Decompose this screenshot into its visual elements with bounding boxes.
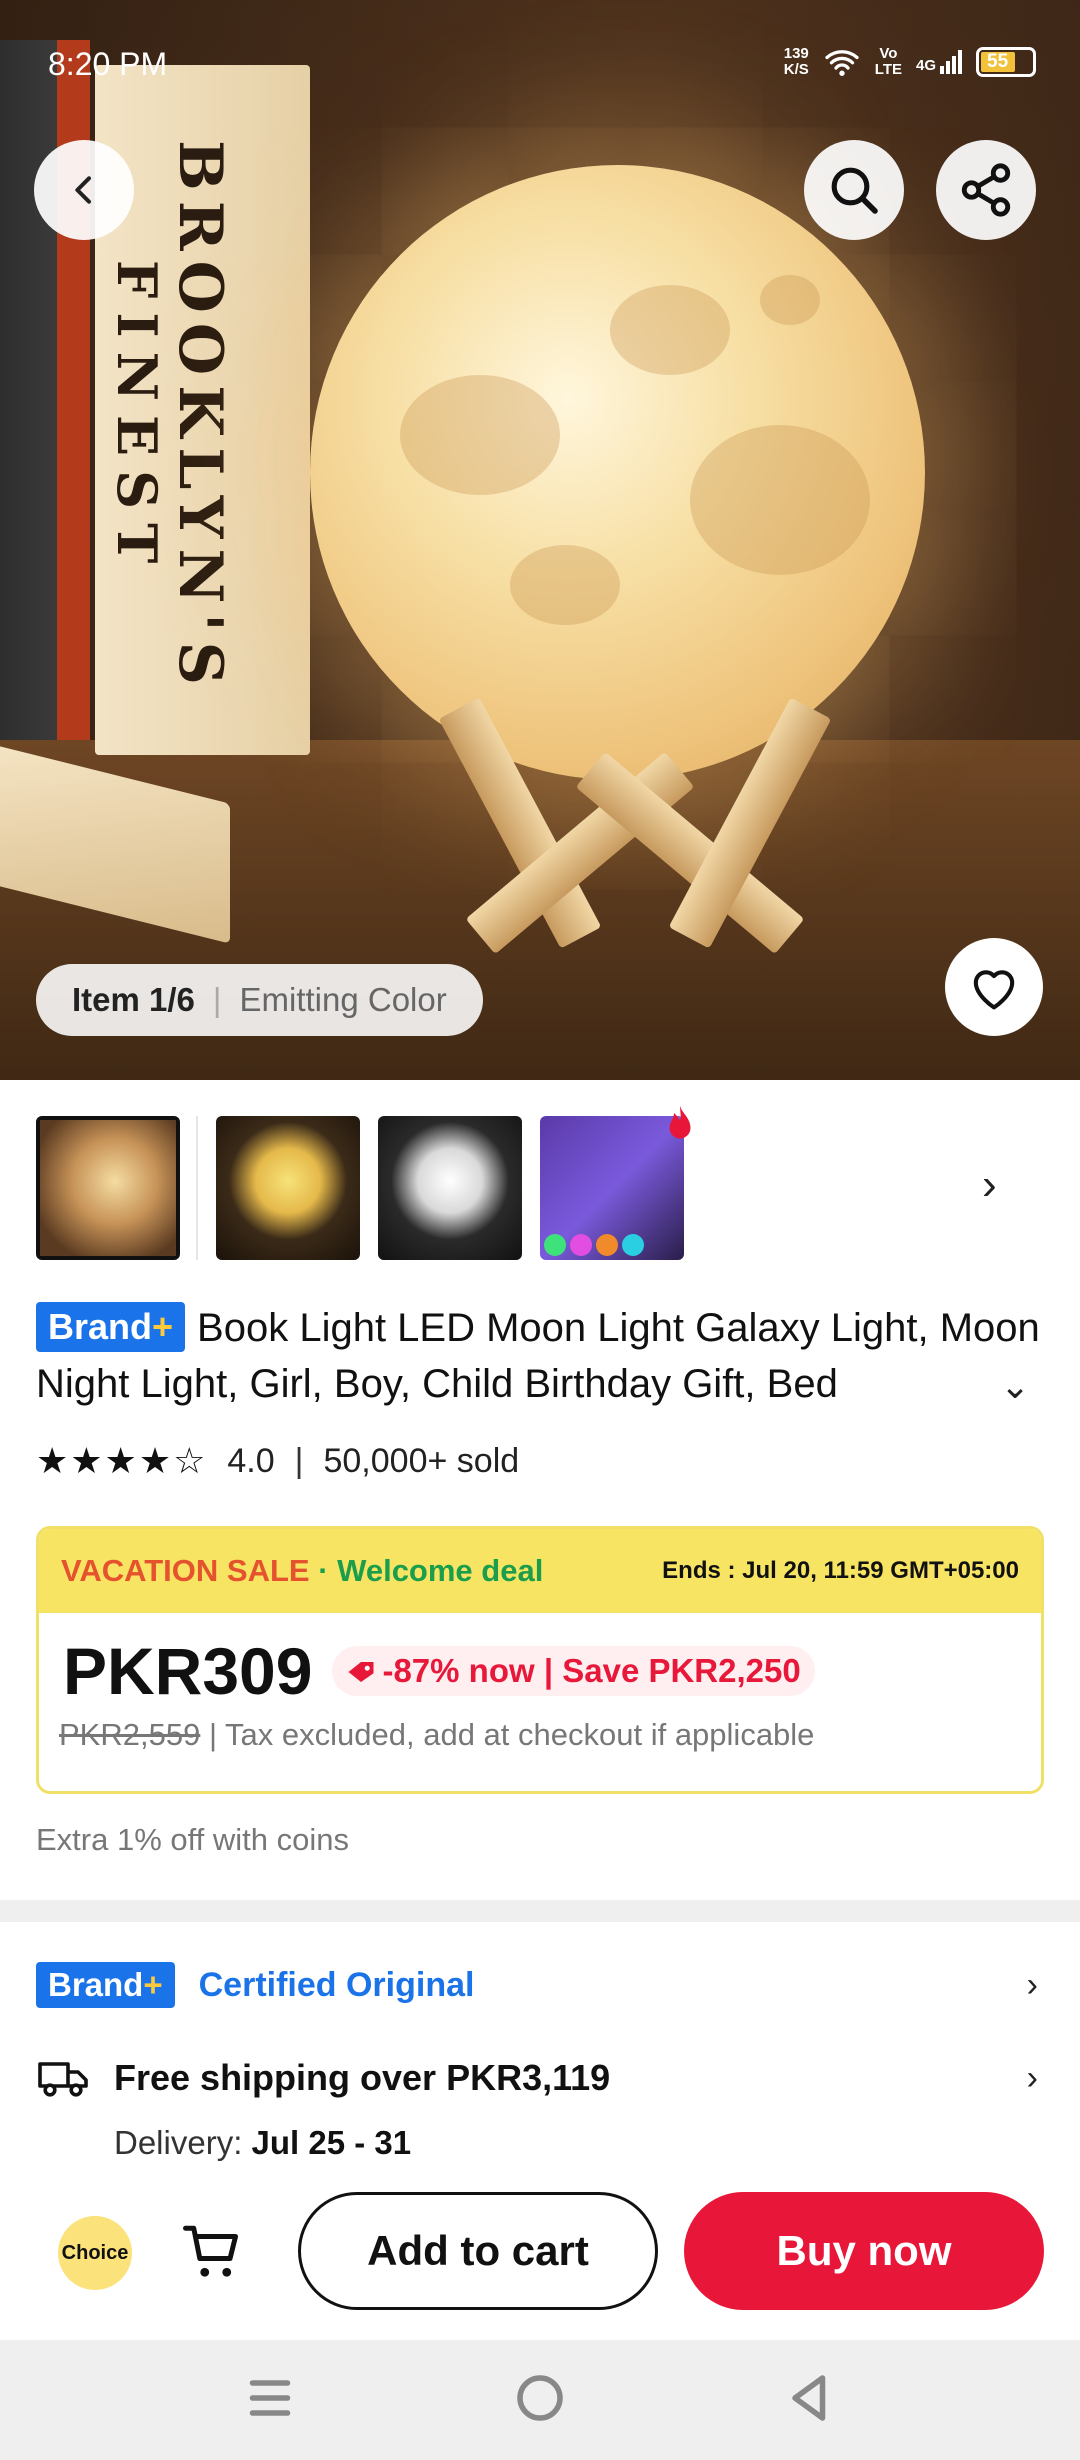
expand-title-chevron-icon[interactable]: ⌄ bbox=[1000, 1365, 1030, 1407]
brand-plus-badge: Brand+ bbox=[36, 1962, 175, 2008]
rating-value: 4.0 bbox=[227, 1441, 275, 1480]
certified-original-row[interactable]: Brand+ Certified Original › bbox=[36, 1960, 1046, 2010]
certified-original-label: Certified Original bbox=[198, 1965, 475, 2004]
heart-icon bbox=[973, 970, 1015, 1010]
menu-icon[interactable] bbox=[240, 2368, 300, 2428]
share-icon bbox=[961, 163, 1011, 217]
chevron-right-icon[interactable]: › bbox=[982, 1160, 997, 1210]
back-triangle-icon[interactable] bbox=[780, 2368, 840, 2428]
original-price: PKR2,559 bbox=[59, 1717, 201, 1752]
thumbnail-1[interactable] bbox=[36, 1116, 180, 1260]
chevron-left-icon bbox=[75, 176, 91, 204]
item-index: Item 1/6 bbox=[72, 981, 195, 1018]
wooden-stand bbox=[390, 690, 870, 955]
hot-flame-icon bbox=[669, 1105, 691, 1139]
book-spine-text-2: FINEST bbox=[105, 260, 169, 578]
back-button[interactable] bbox=[34, 140, 134, 240]
chevron-right-icon: › bbox=[1026, 2058, 1038, 2097]
sale-price-box: VACATION SALE · Welcome deal Ends : Jul … bbox=[36, 1526, 1044, 1794]
home-icon[interactable] bbox=[510, 2368, 570, 2428]
variant-label: Emitting Color bbox=[239, 981, 447, 1018]
welcome-deal: Welcome deal bbox=[337, 1553, 544, 1588]
search-button[interactable] bbox=[804, 140, 904, 240]
original-price-row: PKR2,559 | Tax excluded, add at checkout… bbox=[39, 1709, 1041, 1761]
moon-lamp bbox=[310, 165, 925, 780]
share-button[interactable] bbox=[936, 140, 1036, 240]
status-time: 8:20 PM bbox=[48, 46, 168, 82]
system-nav-bar bbox=[0, 2340, 1080, 2460]
sale-banner: VACATION SALE · Welcome deal Ends : Jul … bbox=[39, 1529, 1041, 1613]
signal-icon: 4G bbox=[916, 50, 962, 74]
truck-icon bbox=[38, 2062, 88, 2097]
wishlist-button[interactable] bbox=[945, 938, 1043, 1036]
choice-badge[interactable]: Choice bbox=[58, 2216, 132, 2290]
search-icon bbox=[831, 167, 878, 214]
tax-note: | Tax excluded, add at checkout if appli… bbox=[200, 1717, 815, 1752]
discount-badge: -87% now | Save PKR2,250 bbox=[332, 1646, 815, 1696]
coins-note: Extra 1% off with coins bbox=[36, 1822, 350, 1857]
wifi-icon bbox=[825, 50, 859, 76]
net-speed: 139 K/S bbox=[783, 45, 809, 78]
thumbnail-strip: › bbox=[36, 1105, 1046, 1260]
battery-icon: 55 bbox=[976, 47, 1036, 77]
rating-stars-icon: ★★★★☆ bbox=[36, 1440, 208, 1481]
product-title-block[interactable]: Brand+ Book Light LED Moon Light Galaxy L… bbox=[36, 1300, 1046, 1412]
product-title: Book Light LED Moon Light Galaxy Light, … bbox=[36, 1306, 1040, 1406]
cart-button[interactable] bbox=[180, 2220, 246, 2286]
delivery-estimate: Delivery: Jul 25 - 31 bbox=[114, 2124, 412, 2161]
product-hero-image[interactable]: BROOKLYN'S FINEST Item 1/6 | Emitting Co… bbox=[0, 0, 1080, 1080]
book-spine-text: BROOKLYN'S bbox=[165, 140, 235, 695]
add-to-cart-button[interactable]: Add to cart bbox=[298, 2192, 658, 2310]
thumbnail-3[interactable] bbox=[378, 1116, 522, 1260]
current-price: PKR309 bbox=[63, 1634, 313, 1708]
brand-plus-badge: Brand+ bbox=[36, 1302, 186, 1352]
discount-tag-icon bbox=[348, 1662, 374, 1682]
section-divider bbox=[0, 1900, 1080, 1922]
cart-icon bbox=[183, 2225, 239, 2277]
image-counter-pill[interactable]: Item 1/6 | Emitting Color bbox=[36, 964, 483, 1036]
sale-event: VACATION SALE bbox=[61, 1553, 310, 1588]
status-bar: 8:20 PM 139 K/S Vo LTE 4G 55 bbox=[0, 0, 1080, 130]
free-shipping-text: Free shipping over PKR3,119 bbox=[114, 2057, 611, 2098]
volte-indicator: Vo LTE bbox=[874, 45, 902, 78]
thumbnail-2[interactable] bbox=[216, 1116, 360, 1260]
bottom-action-bar: Choice Add to cart Buy now bbox=[0, 2180, 1080, 2340]
rating-row[interactable]: ★★★★☆ 4.0 | 50,000+ sold bbox=[36, 1440, 519, 1482]
shipping-row[interactable]: Free shipping over PKR3,119 › bbox=[36, 2050, 1046, 2106]
buy-now-button[interactable]: Buy now bbox=[684, 2192, 1044, 2310]
chevron-right-icon: › bbox=[1026, 1965, 1038, 2004]
sold-count: 50,000+ sold bbox=[323, 1441, 520, 1480]
sale-end-time: Ends : Jul 20, 11:59 GMT+05:00 bbox=[662, 1557, 1019, 1584]
